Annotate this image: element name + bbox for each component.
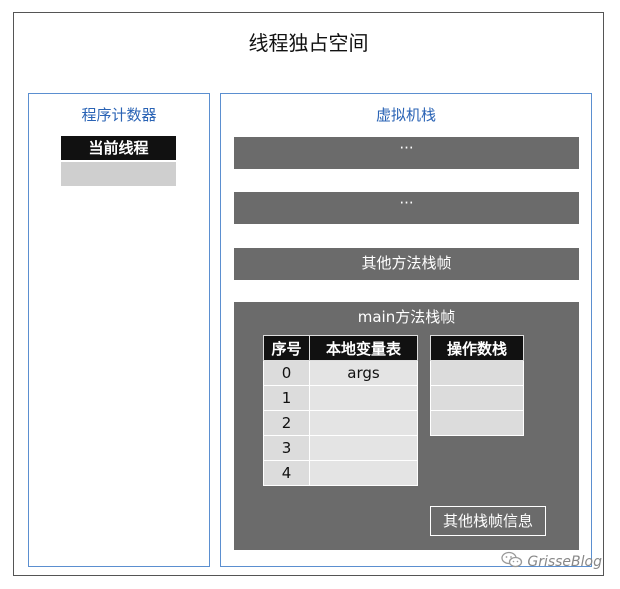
operand-slot bbox=[430, 360, 524, 386]
slot-index: 2 bbox=[263, 410, 310, 436]
stack-frame-ellipsis-1: ··· bbox=[234, 137, 579, 169]
local-variable-table: 序号 本地变量表 0 args 1 2 3 4 bbox=[263, 335, 418, 486]
operand-stack-header: 操作数栈 bbox=[430, 335, 524, 361]
local-variable-column-header: 本地变量表 bbox=[309, 335, 418, 361]
diagram-canvas: 线程独占空间 程序计数器 当前线程 虚拟机栈 ··· ··· 其他方法栈帧 ma… bbox=[0, 0, 620, 589]
program-counter-title: 程序计数器 bbox=[81, 106, 157, 124]
thread-private-space: 线程独占空间 程序计数器 当前线程 虚拟机栈 ··· ··· 其他方法栈帧 ma… bbox=[13, 12, 604, 576]
table-row: 2 bbox=[263, 410, 418, 436]
program-counter-panel: 程序计数器 当前线程 bbox=[28, 93, 210, 567]
slot-index: 0 bbox=[263, 360, 310, 386]
other-method-frame: 其他方法栈帧 bbox=[234, 248, 579, 280]
index-column-header: 序号 bbox=[263, 335, 310, 361]
slot-value: args bbox=[309, 360, 418, 386]
slot-value bbox=[309, 435, 418, 461]
current-thread-header: 当前线程 bbox=[61, 136, 176, 160]
table-row: 1 bbox=[263, 385, 418, 411]
stack-frame-ellipsis-2: ··· bbox=[234, 192, 579, 224]
slot-value bbox=[309, 460, 418, 486]
table-row: 0 args bbox=[263, 360, 418, 386]
slot-index: 1 bbox=[263, 385, 310, 411]
table-row bbox=[430, 385, 524, 411]
watermark-text: GrisseBlog bbox=[527, 554, 602, 570]
vm-stack-title: 虚拟机栈 bbox=[375, 106, 436, 124]
slot-index: 4 bbox=[263, 460, 310, 486]
operand-slot bbox=[430, 410, 524, 436]
watermark: GrisseBlog bbox=[501, 551, 602, 573]
table-row bbox=[430, 360, 524, 386]
slot-index: 3 bbox=[263, 435, 310, 461]
main-frame-title: main方法栈帧 bbox=[357, 308, 456, 326]
operand-stack-header-row: 操作数栈 bbox=[430, 335, 524, 361]
slot-value bbox=[309, 410, 418, 436]
current-thread-cell bbox=[61, 162, 176, 186]
operand-slot bbox=[430, 385, 524, 411]
slot-value bbox=[309, 385, 418, 411]
other-frame-info: 其他栈帧信息 bbox=[430, 506, 546, 536]
thread-private-space-title: 线程独占空间 bbox=[248, 31, 369, 55]
main-method-frame: main方法栈帧 序号 本地变量表 0 args 1 2 3 4 操作数栈 其他… bbox=[234, 302, 579, 550]
local-variable-header-row: 序号 本地变量表 bbox=[263, 335, 418, 361]
table-row: 4 bbox=[263, 460, 418, 486]
operand-stack-table: 操作数栈 bbox=[430, 335, 524, 436]
vm-stack-panel: 虚拟机栈 ··· ··· 其他方法栈帧 main方法栈帧 序号 本地变量表 0 bbox=[220, 93, 592, 567]
table-row: 3 bbox=[263, 435, 418, 461]
wechat-icon bbox=[501, 551, 523, 573]
table-row bbox=[430, 410, 524, 436]
